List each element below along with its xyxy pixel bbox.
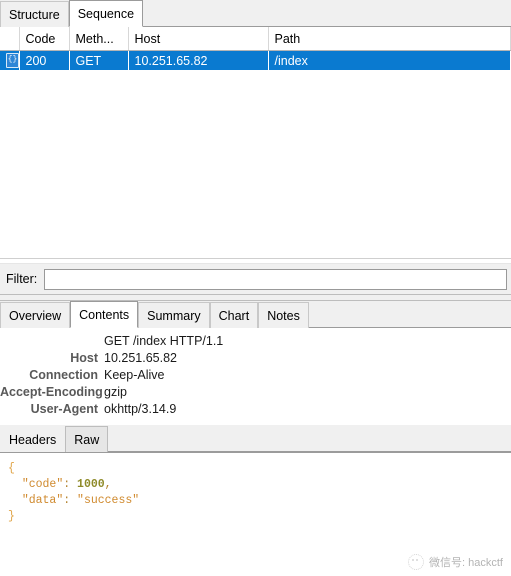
top-tab-filler [143, 0, 511, 26]
table-row[interactable]: {} 200 GET 10.251.65.82 /index [0, 50, 511, 70]
json-document-icon: {} [6, 53, 18, 69]
tab-summary[interactable]: Summary [138, 302, 210, 328]
detail-tab-filler [308, 301, 511, 327]
json-sep-code: : [63, 478, 78, 491]
filter-input[interactable] [44, 268, 507, 290]
tab-chart[interactable]: Chart [209, 302, 259, 328]
watermark-text: 微信号: hackctf [429, 557, 503, 569]
row-type-cell: {} [0, 50, 19, 70]
json-key-code: "code" [21, 478, 64, 491]
column-header-path[interactable]: Path [268, 27, 511, 51]
header-row-host: Host 10.251.65.82 [0, 349, 511, 366]
wechat-icon [408, 554, 425, 570]
cell-method: GET [69, 50, 128, 70]
header-name-accept-encoding: Accept-Encoding [0, 384, 103, 399]
header-value-accept-encoding: gzip [104, 384, 127, 399]
json-close-brace-line: } [8, 509, 511, 525]
filter-bar: Filter: [0, 264, 511, 294]
request-line: GET /index HTTP/1.1 [104, 333, 224, 348]
header-value-user-agent: okhttp/3.14.9 [104, 401, 177, 416]
json-sep-data: : [63, 494, 78, 507]
header-name-host: Host [70, 350, 98, 365]
request-table-panel: Code Meth... Host Path {} 200 GET 10.251… [0, 27, 511, 258]
cell-path: /index [268, 50, 511, 70]
top-tab-strip: Structure Sequence [0, 0, 511, 27]
watermark: 微信号: hackctf [408, 554, 503, 570]
body-tab-strip: Headers Raw [0, 425, 511, 452]
header-row-accept-encoding: Accept-Encoding gzip [0, 383, 511, 400]
tab-raw[interactable]: Raw [65, 426, 109, 452]
json-key-data: "data" [21, 494, 64, 507]
json-value-code: 1000 [77, 478, 105, 491]
tab-notes[interactable]: Notes [258, 302, 309, 328]
json-entry-data: "data": "success" [8, 493, 511, 509]
cell-code: 200 [19, 50, 69, 70]
tab-contents[interactable]: Contents [70, 301, 139, 328]
header-value-connection: Keep-Alive [104, 367, 165, 382]
table-header-row: Code Meth... Host Path [0, 27, 511, 51]
filter-detail-splitter[interactable] [0, 294, 511, 301]
column-header-method[interactable]: Meth... [69, 27, 129, 51]
request-line-row: GET /index HTTP/1.1 [0, 332, 511, 349]
tab-overview[interactable]: Overview [0, 302, 71, 328]
body-tab-filler [108, 425, 511, 451]
json-value-data: "success" [77, 494, 140, 507]
column-header-icon[interactable] [0, 27, 20, 51]
header-name-user-agent: User-Agent [30, 401, 98, 416]
column-header-code[interactable]: Code [19, 27, 70, 51]
tab-headers[interactable]: Headers [0, 426, 66, 452]
tab-sequence[interactable]: Sequence [68, 0, 144, 27]
json-open-brace: { [8, 462, 15, 475]
header-row-user-agent: User-Agent okhttp/3.14.9 [0, 400, 511, 417]
json-entry-code: "code": 1000, [8, 477, 511, 493]
column-header-host[interactable]: Host [128, 27, 269, 51]
json-comma-code: , [104, 478, 112, 491]
raw-body-viewer[interactable]: { "code": 1000, "data": "success" } [0, 452, 511, 560]
detail-tab-strip: Overview Contents Summary Chart Notes [0, 301, 511, 328]
filter-label: Filter: [6, 272, 38, 286]
headers-panel: GET /index HTTP/1.1 Host 10.251.65.82 Co… [0, 328, 511, 425]
header-name-connection: Connection [29, 367, 98, 382]
request-table: Code Meth... Host Path {} 200 GET 10.251… [0, 27, 511, 70]
cell-host: 10.251.65.82 [128, 50, 268, 70]
header-value-host: 10.251.65.82 [104, 350, 177, 365]
header-row-connection: Connection Keep-Alive [0, 366, 511, 383]
json-close-brace: } [8, 510, 15, 523]
tab-structure[interactable]: Structure [0, 1, 69, 27]
json-open-brace-line: { [8, 461, 511, 477]
